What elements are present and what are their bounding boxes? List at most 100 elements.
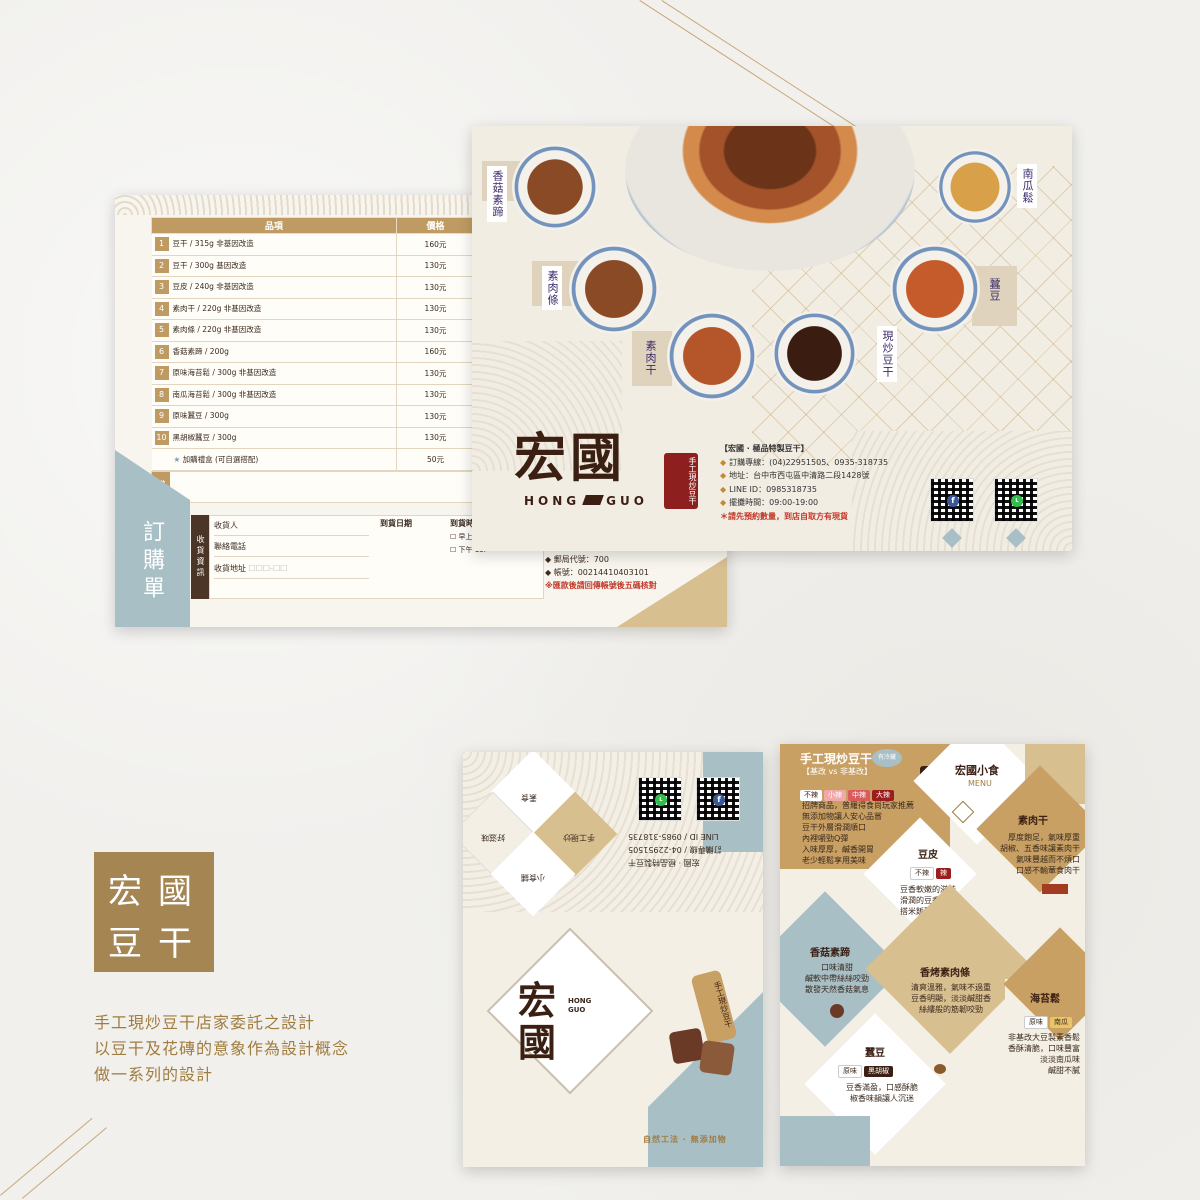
bean-icon [934,1064,946,1074]
facebook-qr-code-menu[interactable]: f [696,777,740,821]
seaweed-original: 原味 [1024,1016,1048,1029]
item-cell: 8 南瓜海苔鬆 / 300g 非基因改造 [151,384,397,406]
desc-line: 口感不輸葷食肉干 [1016,866,1080,875]
receiver-address-field[interactable]: 收貨地址 ☐☐☐-☐☐ [214,559,369,579]
line-qr-code[interactable]: L [994,478,1038,522]
item-name-soy-jerky: 素肉干 [1018,816,1048,827]
spice-levels: 不辣 小辣 中辣 大辣 [800,782,896,801]
receiver-info-label: 收貨資訊 [191,515,209,599]
item-name: 黑胡椒蠶豆 / 300g [172,432,237,442]
item-number: 2 [154,258,169,273]
intro-line: 豆干外層滑潤順口 [802,823,866,832]
item-cell: 4 素肉干 / 220g 非基因改造 [151,298,397,320]
bank-code-text: 郵局代號：700 [553,555,609,564]
showcase-canvas: 品項 價格 數量 1豆干 / 315g 非基因改造160元不辣小辣中辣2豆干 /… [0,0,1200,1200]
item-name: 豆干 / 315g 非基因改造 [172,239,254,249]
item-cell: 2 豆干 / 300g 基因改造 [151,255,397,277]
item-price: 130元 [396,405,476,428]
dish-tofu [772,311,857,396]
facebook-icon: f [713,794,725,806]
shop-address: 地址：台中市西屯區中清路二段1428號 [729,471,870,480]
shop-info-line: ◆ 擺攤時間：09:00-19:00 [720,496,888,510]
facebook-qr-code[interactable]: f [930,478,974,522]
desc-line: 豆香明顯，淡淡鹹甜香 [911,994,991,1003]
diamond-icon: ◆ [720,484,727,494]
brand-logo: 宏國 [514,428,627,489]
logo-en-left: HONG [524,494,581,508]
pd-spice-none: 不辣 [910,867,934,880]
menu-title-en: MENU [968,779,992,788]
desc-line: 非基改大豆製素香鬆 [1008,1033,1080,1042]
label-pumpkin: 南瓜鬆 [1017,164,1037,208]
brand-logo-en: HONG GUO [524,494,648,508]
tan-triangle [617,557,727,627]
order-title: 訂購單 [139,520,164,604]
brand-char: 干 [158,924,192,964]
bean-pepper: 黑胡椒 [864,1066,893,1077]
desc-line: 鹹軟中帶絲絲咬勁 [805,974,869,983]
bean-original: 原味 [838,1065,862,1078]
item-price: 160元 [396,233,476,256]
item-number: 3 [154,280,169,295]
desc-line: 散發天然香菇氣息 [805,985,869,994]
item-name: 南瓜海苔鬆 / 300g 非基因改造 [172,389,277,399]
shop-info: 【宏國 · 極品特製豆干】 ◆ 訂購專線：(04)22951505、0935-31… [720,442,888,523]
tile-text-c: 好滋味 [481,833,505,842]
item-desc-seaweed: 非基改大豆製素香鬆 香酥清脆，口味豐富 淡淡南瓜味 鹹甜不膩 [985,1032,1080,1076]
desc-line: 胡椒、五香味讓素肉干 [1000,844,1080,853]
flyer-card: 香菇素蹄 南瓜鬆 素肉條 蠶豆 素肉干 現炒豆干 宏國 HONG GUO 手工現炒… [472,126,1072,551]
diamond-icon: ◆ [720,457,727,467]
item-name-tofu-skin: 豆皮 [918,850,938,861]
item-name: 原味海苔鬆 / 300g 非基因改造 [172,368,277,378]
pd-spice-hot: 辣 [936,868,951,879]
shop-info-title: 【宏國 · 極品特製豆干】 [720,444,809,453]
delivery-date-label: 到貨日期 [380,519,412,528]
menu-back-card: 手工現炒豆干 【基改 vs 非基改】 有冷藏 不辣 小辣 中辣 大辣 招牌商品，普羅得… [780,744,1085,1166]
caption-line: 手工現炒豆干店家委託之設計 [94,1013,316,1032]
shop-info-line: ◆ LINE ID：0985318735 [720,483,888,497]
item-name: 豆干 / 300g 基因改造 [172,260,247,270]
gift-box-price: 50元 [396,448,476,471]
caption-line: 以豆干及花磚的意象作為設計概念 [94,1039,350,1058]
blue-corner-bottom [780,1116,870,1166]
diamond-icon: ◆ [720,498,727,507]
shop-phone: 訂購專線：(04)22951505、0935-318735 [729,457,889,467]
menu-front-card: 素食 手工現炒 好滋味 小食鋪 L f 宏國 · 極品特製豆干 訂購專線 / 0… [463,752,763,1167]
tile-text-d: 小食鋪 [521,873,545,882]
item-cell: 10 黑胡椒蠶豆 / 300g [151,427,397,449]
label-tofu: 現炒豆干 [877,326,897,382]
item-desc-soy-jerky: 厚度飽足，氣味厚重 胡椒、五香味讓素肉干 氣味豐越而不煩口 口感不輸葷食肉干 [980,832,1080,876]
brand-char: 國 [158,872,192,912]
item-desc-soy-strips: 清爽溫雅，氣味不過重 豆香明顯，淡淡鹹甜香 絲縷般的筋韌咬勁 [905,982,997,1015]
item-number: 4 [154,301,169,316]
menu-title: 宏國小食 [955,764,999,777]
gift-box-label: 加購禮盒 (可自選搭配) [182,454,259,464]
design-caption: 手工現炒豆干店家委託之設計 以豆干及花磚的意象作為設計概念 做一系列的設計 [94,1010,349,1088]
label-broad-beans: 蠶豆 [988,278,1001,302]
item-cell: 1 豆干 / 315g 非基因改造 [151,233,397,256]
deco-line-top-1 [639,0,859,143]
line-qr-code-menu[interactable]: L [638,777,682,821]
desc-line: 清爽溫雅，氣味不過重 [911,983,991,992]
tile-text-a: 素食 [521,793,537,802]
desc-line: 絲縷般的筋韌咬勁 [919,1005,983,1014]
item-price: 130元 [396,427,476,449]
dish-soy-strips [569,244,659,334]
receiver-phone-field[interactable]: 聯絡電話 [214,537,369,557]
item-cell: 6 香菇素蹄 / 200g [151,341,397,363]
item-price: 130元 [396,298,476,320]
brand-badge: 宏 國 豆 干 [94,852,214,972]
menu-logo-en: HONG GUO [568,997,592,1014]
shop-hours: 擺攤時間：09:00-19:00 [729,498,819,507]
dish-soy-jerky [667,311,757,401]
shop-line-id: LINE ID：0985318735 [729,484,817,494]
receiver-name-field[interactable]: 收貨人 [214,516,369,536]
label-mushroom: 香菇素蹄 [487,166,507,222]
logo-en-right: GUO [606,494,648,508]
seaweed-options: 原味 南瓜 [1024,1009,1074,1029]
brand-seal: 手工現炒豆干 [664,453,698,509]
desc-line: 香酥清脆，口味豐富 [1008,1044,1080,1053]
address-label: 收貨地址 [214,564,246,573]
item-cell: 7 原味海苔鬆 / 300g 非基因改造 [151,362,397,385]
dish-mushroom [512,144,598,230]
